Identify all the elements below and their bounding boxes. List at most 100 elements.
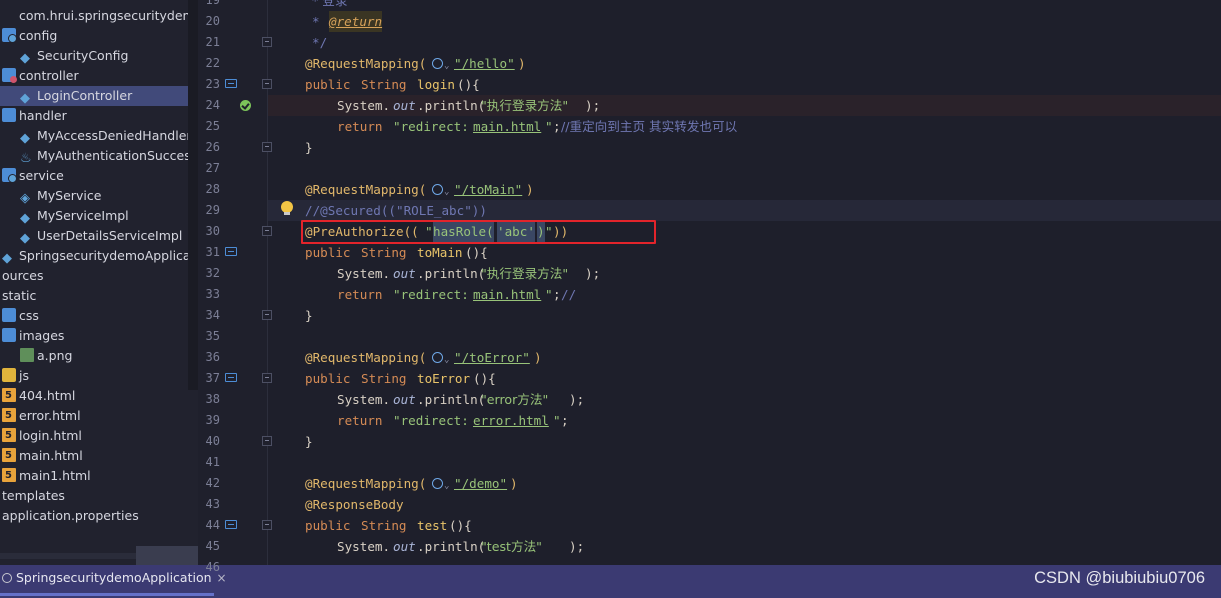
tree-item[interactable]: config bbox=[0, 26, 188, 46]
keyword: public bbox=[305, 371, 351, 386]
code-line-36[interactable]: @RequestMapping( ⌄ "/toError" ) bbox=[268, 347, 1221, 368]
code-line-31[interactable]: public String toMain (){ bbox=[268, 242, 1221, 263]
fold-marker-icon[interactable] bbox=[262, 142, 272, 152]
implements-marker-icon[interactable] bbox=[225, 247, 237, 256]
tree-item[interactable]: application.properties bbox=[0, 506, 188, 526]
checkmark-icon[interactable] bbox=[240, 100, 251, 111]
code-line-43[interactable]: @ResponseBody bbox=[268, 494, 1221, 515]
tree-item[interactable]: error.html bbox=[0, 406, 188, 426]
tree-item[interactable]: css bbox=[0, 306, 188, 326]
folder-icon bbox=[2, 308, 16, 322]
code-line-34[interactable]: } bbox=[268, 305, 1221, 326]
tree-item[interactable]: ◈ MyService bbox=[0, 186, 188, 206]
code-line-25[interactable]: return "redirect: main.html " ; //重定向到主页… bbox=[268, 116, 1221, 137]
class-ref: System. bbox=[337, 392, 391, 407]
code-line-23[interactable]: public String login (){ bbox=[268, 74, 1221, 95]
code-line-28[interactable]: @RequestMapping( ⌄ "/toMain" ) bbox=[268, 179, 1221, 200]
tree-item[interactable]: handler bbox=[0, 106, 188, 126]
fold-marker-icon[interactable] bbox=[262, 37, 272, 47]
keyword: public bbox=[305, 77, 351, 92]
tree-item[interactable]: main1.html bbox=[0, 466, 188, 486]
punctuation: ); bbox=[569, 539, 585, 554]
line-number: 39 bbox=[205, 413, 220, 427]
punctuation: (){ bbox=[473, 371, 496, 386]
fold-marker-icon[interactable] bbox=[262, 310, 272, 320]
code-line-21[interactable]: */ bbox=[268, 32, 1221, 53]
code-line-40[interactable]: } bbox=[268, 431, 1221, 452]
tree-item[interactable]: ♨ MyAuthenticationSuccessH bbox=[0, 146, 188, 166]
fold-marker-icon[interactable] bbox=[262, 436, 272, 446]
implements-marker-icon[interactable] bbox=[225, 373, 237, 382]
tree-item[interactable]: templates bbox=[0, 486, 188, 506]
class-ref: System. bbox=[337, 539, 391, 554]
file-link[interactable]: main.html bbox=[473, 116, 541, 137]
mapping-path[interactable]: "/toError" bbox=[454, 347, 530, 368]
code-line-19[interactable]: * 登录 bbox=[268, 0, 1221, 11]
tree-item[interactable]: a.png bbox=[0, 346, 188, 366]
string-literal: "执行登录方法" bbox=[481, 98, 569, 113]
fold-marker-icon[interactable] bbox=[262, 79, 272, 89]
code-line-44[interactable]: public String test (){ bbox=[268, 515, 1221, 536]
code-line-38[interactable]: System. out .println( "error方法" ); bbox=[268, 389, 1221, 410]
fold-marker-icon[interactable] bbox=[262, 226, 272, 236]
mapping-path[interactable]: "/demo" bbox=[454, 473, 507, 494]
keyword: public bbox=[305, 245, 351, 260]
line-number: 24 bbox=[205, 98, 220, 112]
implements-marker-icon[interactable] bbox=[225, 79, 237, 88]
tree-item[interactable]: ources bbox=[0, 266, 188, 286]
tree-item[interactable]: login.html bbox=[0, 426, 188, 446]
code-line-39[interactable]: return "redirect: error.html " ; bbox=[268, 410, 1221, 431]
tree-item[interactable]: ◆ MyAccessDeniedHandler bbox=[0, 126, 188, 146]
method-name: toError bbox=[417, 371, 471, 386]
tree-item-label: a.png bbox=[37, 348, 73, 363]
line-number: 26 bbox=[205, 140, 220, 154]
string-literal: "redirect: bbox=[393, 119, 469, 134]
code-line-33[interactable]: return "redirect: main.html " ; // bbox=[268, 284, 1221, 305]
code-line-37[interactable]: public String toError (){ bbox=[268, 368, 1221, 389]
code-line-20[interactable]: * @return bbox=[268, 11, 1221, 32]
code-line-22[interactable]: @RequestMapping( ⌄ "/hello" ) bbox=[268, 53, 1221, 74]
tree-item-label: com.hrui.springsecuritydemo bbox=[19, 8, 188, 23]
line-number: 46 bbox=[205, 560, 220, 574]
config-folder-icon bbox=[2, 28, 17, 43]
tree-item[interactable]: main.html bbox=[0, 446, 188, 466]
line-number: 40 bbox=[205, 434, 220, 448]
tree-item[interactable]: ◆ SecurityConfig bbox=[0, 46, 188, 66]
java-file-icon: ♨ bbox=[20, 151, 32, 166]
file-link[interactable]: main.html bbox=[473, 284, 541, 305]
punctuation: (){ bbox=[465, 245, 488, 260]
implements-marker-icon[interactable] bbox=[225, 520, 237, 529]
code-line-24[interactable]: System. out .println( "执行登录方法" ); bbox=[268, 95, 1221, 116]
code-line-29[interactable]: //@Secured(("ROLE_abc")) bbox=[268, 200, 1221, 221]
tree-item[interactable]: ◆ SpringsecuritydemoApplicatio bbox=[0, 246, 188, 266]
code-line-42[interactable]: @RequestMapping( ⌄ "/demo" ) bbox=[268, 473, 1221, 494]
mapping-path[interactable]: "/hello" bbox=[454, 53, 515, 74]
code-line-26[interactable]: } bbox=[268, 137, 1221, 158]
tree-item-label: MyAccessDeniedHandler bbox=[37, 128, 188, 143]
tree-item[interactable]: controller bbox=[0, 66, 188, 86]
tree-item[interactable]: images bbox=[0, 326, 188, 346]
code-line-32[interactable]: System. out .println( "执行登录方法" ); bbox=[268, 263, 1221, 284]
tree-item[interactable]: com.hrui.springsecuritydemo bbox=[0, 6, 188, 26]
fold-marker-icon[interactable] bbox=[262, 520, 272, 530]
tree-item[interactable]: static bbox=[0, 286, 188, 306]
lightbulb-icon[interactable] bbox=[281, 201, 293, 215]
fold-marker-icon[interactable] bbox=[262, 373, 272, 383]
tree-scrollbar-track[interactable] bbox=[188, 0, 198, 390]
javadoc-return-tag: @return bbox=[329, 11, 383, 32]
method-call: .println( bbox=[417, 392, 486, 407]
tree-horizontal-scrollbar[interactable] bbox=[0, 553, 136, 559]
line-number: 32 bbox=[205, 266, 220, 280]
tree-item[interactable]: service bbox=[0, 166, 188, 186]
folder-icon bbox=[2, 328, 16, 342]
tree-item[interactable]: ◆ UserDetailsServiceImpl bbox=[0, 226, 188, 246]
tree-item[interactable]: ◆ MyServiceImpl bbox=[0, 206, 188, 226]
line-number: 23 bbox=[205, 77, 220, 91]
code-line-45[interactable]: System. out .println( "test方法" ); bbox=[268, 536, 1221, 557]
tree-item[interactable]: 404.html bbox=[0, 386, 188, 406]
tree-item[interactable]: js bbox=[0, 366, 188, 386]
mapping-path[interactable]: "/toMain" bbox=[454, 179, 522, 200]
file-link[interactable]: error.html bbox=[473, 410, 549, 431]
tree-item-label: images bbox=[19, 328, 65, 343]
tree-item[interactable]: ◆ LoginController bbox=[0, 86, 188, 106]
